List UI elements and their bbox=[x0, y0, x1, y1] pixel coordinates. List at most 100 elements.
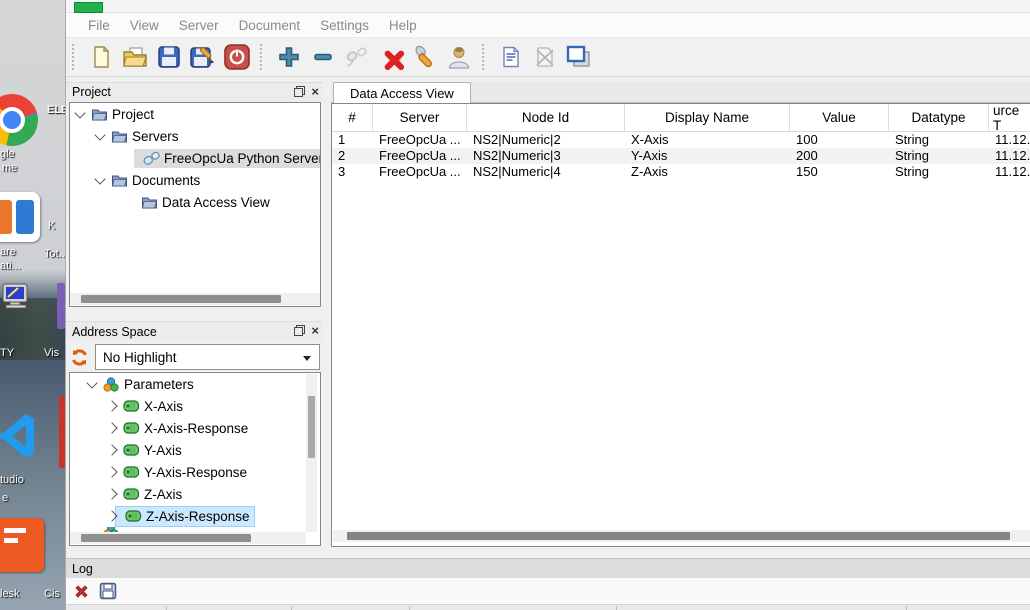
menu-view[interactable]: View bbox=[120, 15, 169, 36]
tree-item-label: Y-Axis bbox=[144, 443, 182, 458]
address-space-vertical-scrollbar[interactable] bbox=[306, 374, 317, 532]
column-header-node-id[interactable]: Node Id bbox=[467, 104, 625, 131]
tree-item-parameters[interactable]: Parameters bbox=[70, 373, 320, 395]
save-as-button[interactable] bbox=[186, 41, 220, 73]
tree-item-documents[interactable]: Documents bbox=[70, 169, 320, 191]
refresh-icon[interactable] bbox=[70, 348, 89, 367]
tree-item-servers[interactable]: Servers bbox=[70, 125, 320, 147]
tree-item-data-access-view[interactable]: Data Access View bbox=[70, 191, 320, 213]
chevron-right-icon[interactable] bbox=[106, 488, 117, 499]
column-header-server[interactable]: Server bbox=[373, 104, 467, 131]
table-cell: 11.12. bbox=[989, 164, 1030, 180]
vscode-icon[interactable] bbox=[0, 410, 40, 467]
address-space-panel-title: Address Space bbox=[72, 325, 157, 339]
tree-item-y-axis-response[interactable]: Y-Axis-Response bbox=[70, 461, 320, 483]
menu-settings[interactable]: Settings bbox=[310, 15, 379, 36]
new-window-icon bbox=[566, 45, 592, 69]
highlight-dropdown[interactable]: No Highlight bbox=[95, 344, 320, 370]
tab-data-access-view[interactable]: Data Access View bbox=[333, 82, 471, 103]
table-cell: String bbox=[889, 132, 989, 148]
open-folder-button[interactable] bbox=[118, 41, 152, 73]
address-space-horizontal-scrollbar[interactable] bbox=[70, 532, 306, 544]
add-document-button[interactable] bbox=[494, 41, 528, 73]
menu-help[interactable]: Help bbox=[379, 15, 427, 36]
tag-icon bbox=[122, 488, 140, 500]
menu-server[interactable]: Server bbox=[169, 15, 229, 36]
remove-document-button[interactable] bbox=[528, 41, 562, 73]
window-titlebar[interactable] bbox=[66, 0, 1030, 13]
app-icon bbox=[74, 2, 103, 13]
chevron-right-icon[interactable] bbox=[106, 400, 117, 411]
change-user-button[interactable] bbox=[442, 41, 476, 73]
toolbar-handle[interactable] bbox=[260, 44, 268, 70]
menu-document[interactable]: Document bbox=[229, 15, 311, 36]
desktop-label: ati... bbox=[0, 260, 21, 272]
table-horizontal-scrollbar[interactable] bbox=[333, 530, 1030, 542]
save-button[interactable] bbox=[152, 41, 186, 73]
desktop-label: lesk bbox=[0, 588, 20, 600]
connect-button[interactable] bbox=[340, 41, 374, 73]
tree-item-label: Servers bbox=[132, 129, 179, 144]
tree-item-project[interactable]: Project bbox=[70, 103, 320, 125]
save-log-icon[interactable] bbox=[99, 582, 117, 600]
anydesk-icon[interactable] bbox=[0, 518, 44, 572]
desktop-label: Vis bbox=[44, 347, 59, 359]
tree-item-label: Parameters bbox=[124, 377, 194, 392]
table-cell: Z-Axis bbox=[625, 164, 790, 180]
menu-file[interactable]: File bbox=[78, 15, 120, 36]
add-server-button[interactable] bbox=[272, 41, 306, 73]
remove-server-button[interactable] bbox=[306, 41, 340, 73]
tree-item-z-axis-response[interactable]: Z-Axis-Response bbox=[70, 505, 320, 527]
column-header-display-name[interactable]: Display Name bbox=[625, 104, 790, 131]
chevron-down-icon[interactable] bbox=[94, 129, 105, 140]
new-window-button[interactable] bbox=[562, 41, 596, 73]
clear-log-icon[interactable] bbox=[74, 584, 89, 599]
quit-button[interactable] bbox=[220, 41, 254, 73]
chrome-icon[interactable] bbox=[0, 94, 38, 146]
document-tab-bar: Data Access View bbox=[331, 82, 1030, 103]
tree-item-z-axis[interactable]: Z-Axis bbox=[70, 483, 320, 505]
table-row[interactable]: 3FreeOpcUa ...NS2|Numeric|4Z-Axis150Stri… bbox=[332, 164, 1030, 180]
office-app-icon[interactable] bbox=[0, 192, 40, 242]
table-row[interactable]: 2FreeOpcUa ...NS2|Numeric|3Y-Axis200Stri… bbox=[332, 148, 1030, 164]
column-header-datatype[interactable]: Datatype bbox=[889, 104, 989, 131]
chevron-right-icon[interactable] bbox=[106, 422, 117, 433]
app-icon-sliver[interactable] bbox=[57, 283, 65, 329]
project-horizontal-scrollbar[interactable] bbox=[70, 293, 320, 305]
toolbar-handle[interactable] bbox=[72, 44, 80, 70]
chevron-down-icon[interactable] bbox=[74, 107, 85, 118]
chevron-down-icon[interactable] bbox=[94, 173, 105, 184]
screen: gle me ELE are ati... K Tot... TY Vis tu… bbox=[0, 0, 1030, 610]
server-settings-button[interactable] bbox=[408, 41, 442, 73]
tab-label: Data Access View bbox=[350, 86, 454, 101]
column-header-value[interactable]: Value bbox=[790, 104, 889, 131]
tree-item-freeopcua-python-server[interactable]: FreeOpcUa Python Server bbox=[70, 147, 320, 169]
connect-icon bbox=[344, 45, 370, 69]
column-header-urce-t[interactable]: urce T bbox=[989, 104, 1030, 131]
float-panel-icon[interactable] bbox=[294, 325, 305, 336]
table-cell: NS2|Numeric|2 bbox=[467, 132, 625, 148]
toolbar-handle[interactable] bbox=[482, 44, 490, 70]
data-access-view: #ServerNode IdDisplay NameValueDatatypeu… bbox=[331, 103, 1030, 547]
disconnect-button[interactable] bbox=[374, 41, 408, 73]
add-server-icon bbox=[277, 45, 301, 69]
windows-desktop: gle me ELE are ati... K Tot... TY Vis tu… bbox=[0, 0, 65, 610]
tree-item-label: Z-Axis bbox=[144, 487, 182, 502]
chevron-right-icon[interactable] bbox=[106, 466, 117, 477]
disconnect-icon bbox=[378, 44, 404, 70]
table-row[interactable]: 1FreeOpcUa ...NS2|Numeric|2X-Axis100Stri… bbox=[332, 132, 1030, 148]
chevron-right-icon[interactable] bbox=[106, 444, 117, 455]
my-computer-icon[interactable] bbox=[2, 283, 32, 314]
close-panel-icon[interactable]: × bbox=[311, 325, 319, 336]
close-panel-icon[interactable]: × bbox=[311, 86, 319, 97]
tree-item-y-axis[interactable]: Y-Axis bbox=[70, 439, 320, 461]
desktop-label: gle bbox=[0, 148, 15, 160]
tree-item-x-axis-response[interactable]: X-Axis-Response bbox=[70, 417, 320, 439]
column-header--[interactable]: # bbox=[332, 104, 373, 131]
open-folder-icon bbox=[122, 45, 148, 69]
desktop-label: Cis bbox=[44, 588, 60, 600]
float-panel-icon[interactable] bbox=[294, 86, 305, 97]
chevron-down-icon[interactable] bbox=[86, 377, 97, 388]
tree-item-x-axis[interactable]: X-Axis bbox=[70, 395, 320, 417]
new-document-button[interactable] bbox=[84, 41, 118, 73]
